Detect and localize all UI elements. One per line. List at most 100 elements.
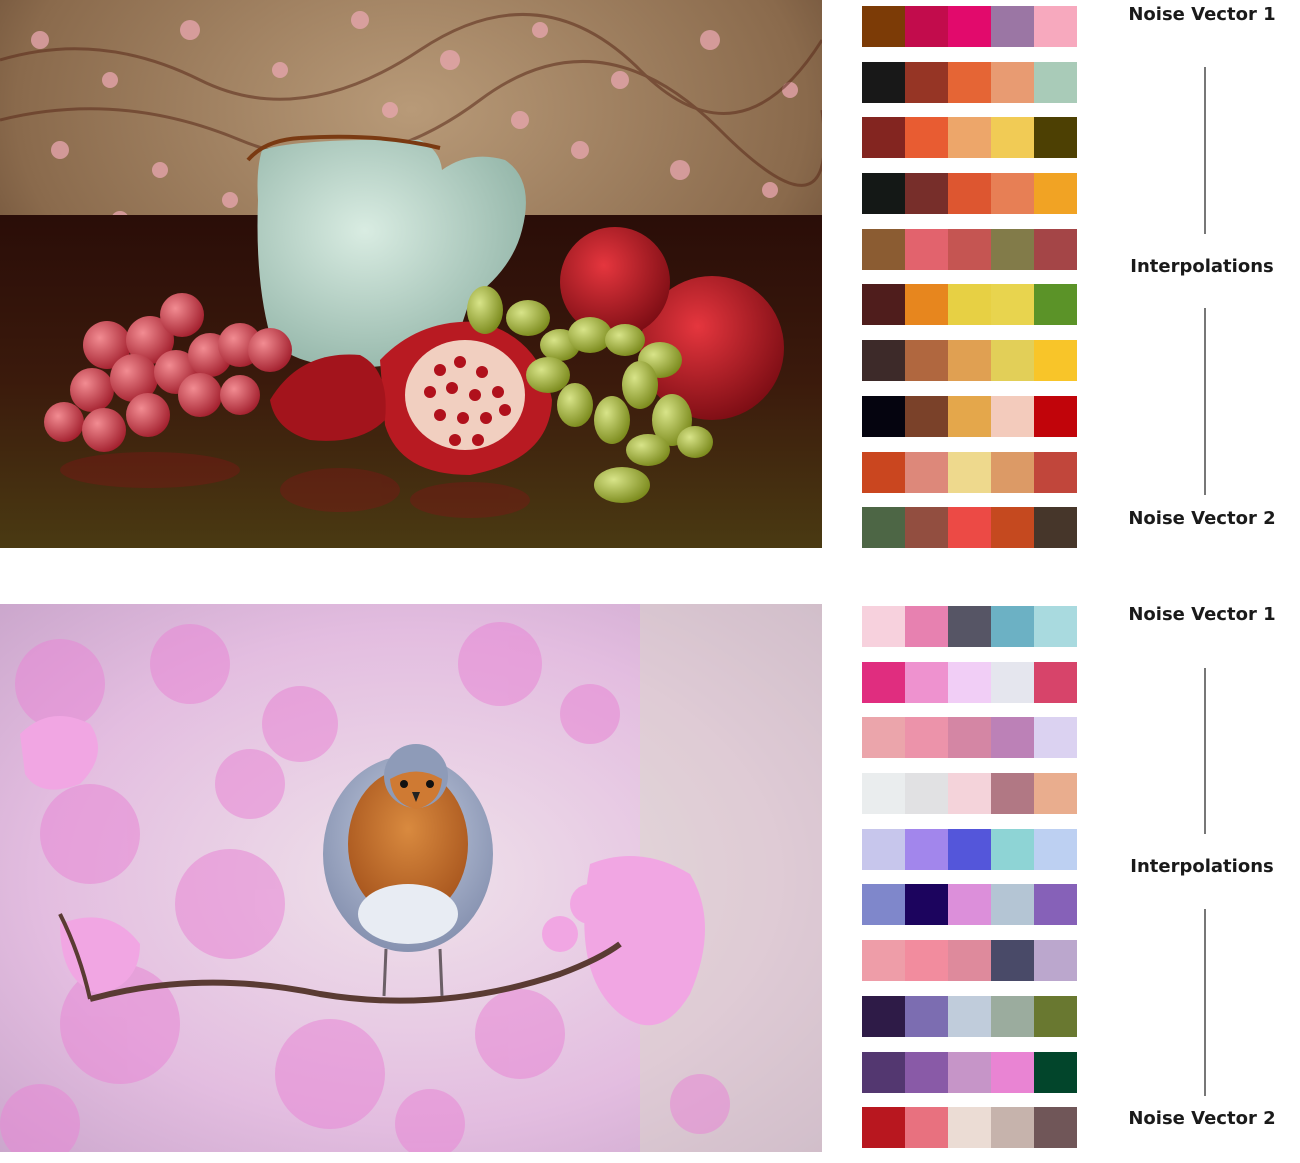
label-interpolations: Interpolations <box>1130 856 1274 877</box>
label-noise-vector-2: Noise Vector 2 <box>1128 508 1276 529</box>
palette-swatch <box>991 884 1034 926</box>
palette-swatch <box>862 340 905 382</box>
palette-swatch <box>991 773 1034 815</box>
palette-swatch <box>862 173 905 215</box>
palette-swatch <box>991 717 1034 759</box>
palette-swatch <box>948 661 991 703</box>
palette-row <box>862 117 1077 159</box>
palette-swatch <box>1034 284 1077 326</box>
palette-swatch <box>948 173 991 215</box>
palette-swatch <box>1034 173 1077 215</box>
palette-row <box>862 773 1077 815</box>
still-life-photo <box>0 0 822 548</box>
palette-swatch <box>905 828 948 870</box>
palette-swatch <box>948 1051 991 1093</box>
palette-swatch <box>991 940 1034 982</box>
palette-swatch <box>991 395 1034 437</box>
palette-swatch <box>905 1051 948 1093</box>
robin-photo <box>0 604 822 1152</box>
palette-swatch <box>905 173 948 215</box>
palette-swatch <box>1034 828 1077 870</box>
palette-swatch <box>991 173 1034 215</box>
palette-row <box>862 940 1077 982</box>
palette-swatch <box>905 507 948 549</box>
palette-row <box>862 884 1077 926</box>
palette-row <box>862 6 1077 47</box>
palette-swatch <box>862 884 905 926</box>
palette-swatch <box>991 61 1034 103</box>
palette-swatch <box>991 606 1034 647</box>
palette-swatch <box>948 6 991 47</box>
palette-swatch <box>948 228 991 270</box>
palette-swatch <box>991 1107 1034 1149</box>
palette-swatch <box>948 606 991 647</box>
palette-swatch <box>948 507 991 549</box>
palette-swatch <box>905 340 948 382</box>
palette-row <box>862 228 1077 270</box>
example-panel-still-life: Noise Vector 1 Interpolations Noise Vect… <box>0 0 1300 550</box>
palette-swatch <box>948 340 991 382</box>
palette-swatch <box>948 395 991 437</box>
palette-swatch <box>905 228 948 270</box>
palette-swatch <box>1034 451 1077 493</box>
interpolation-connector-line <box>1204 308 1206 495</box>
palette-swatch <box>991 661 1034 703</box>
robin-illustration <box>0 604 822 1152</box>
still-life-illustration <box>0 0 822 548</box>
palette-row <box>862 173 1077 215</box>
palette-swatch <box>991 451 1034 493</box>
palette-swatch <box>991 228 1034 270</box>
palette-swatch <box>862 1107 905 1149</box>
palette-swatch <box>862 773 905 815</box>
palette-swatch <box>1034 228 1077 270</box>
palette-swatch <box>905 717 948 759</box>
palette-swatch <box>862 228 905 270</box>
palette-swatch <box>1034 995 1077 1037</box>
palette-swatch <box>862 6 905 47</box>
palette-swatch <box>1034 606 1077 647</box>
palette-swatch <box>862 717 905 759</box>
palette-swatch <box>1034 61 1077 103</box>
palette-swatch <box>905 117 948 159</box>
palette-swatch <box>862 661 905 703</box>
label-noise-vector-1: Noise Vector 1 <box>1128 604 1276 625</box>
palette-swatch <box>862 940 905 982</box>
palette-swatch <box>862 117 905 159</box>
palette-column <box>862 606 1077 1163</box>
palette-swatch <box>862 828 905 870</box>
palette-swatch <box>1034 661 1077 703</box>
palette-swatch <box>948 828 991 870</box>
palette-swatch <box>948 995 991 1037</box>
palette-swatch <box>948 884 991 926</box>
palette-swatch <box>991 507 1034 549</box>
palette-row <box>862 61 1077 103</box>
palette-row <box>862 284 1077 326</box>
palette-swatch <box>948 1107 991 1149</box>
palette-swatch <box>948 117 991 159</box>
palette-swatch <box>1034 940 1077 982</box>
palette-row <box>862 507 1077 549</box>
palette-swatch <box>991 995 1034 1037</box>
palette-row <box>862 995 1077 1037</box>
palette-swatch <box>1034 1051 1077 1093</box>
label-noise-vector-1: Noise Vector 1 <box>1128 4 1276 25</box>
palette-swatch <box>862 507 905 549</box>
palette-swatch <box>862 61 905 103</box>
palette-swatch <box>991 828 1034 870</box>
palette-swatch <box>862 1051 905 1093</box>
palette-swatch <box>991 1051 1034 1093</box>
palette-swatch <box>991 117 1034 159</box>
palette-swatch <box>1034 117 1077 159</box>
palette-swatch <box>905 451 948 493</box>
palette-swatch <box>948 451 991 493</box>
palette-swatch <box>905 61 948 103</box>
palette-row <box>862 340 1077 382</box>
palette-column <box>862 6 1077 563</box>
palette-row <box>862 1107 1077 1149</box>
palette-swatch <box>948 284 991 326</box>
palette-swatch <box>948 61 991 103</box>
palette-swatch <box>1034 340 1077 382</box>
interpolation-connector-line <box>1204 668 1206 834</box>
label-interpolations: Interpolations <box>1130 256 1274 277</box>
palette-swatch <box>862 395 905 437</box>
